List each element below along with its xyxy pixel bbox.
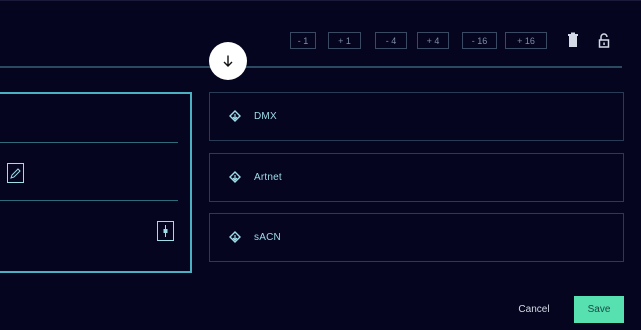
protocol-sacn[interactable]: sACN xyxy=(209,213,624,262)
protocol-label: DMX xyxy=(254,111,277,122)
edit-button[interactable] xyxy=(7,163,24,183)
decrement-4-button[interactable]: - 4 xyxy=(375,32,407,49)
decrement-1-button[interactable]: - 1 xyxy=(290,32,316,49)
fader-icon xyxy=(163,225,168,237)
trash-icon[interactable] xyxy=(566,32,580,49)
protocol-label: Artnet xyxy=(254,172,282,183)
pencil-icon xyxy=(10,167,21,179)
universe-settings-panel xyxy=(0,92,192,273)
window: - 1 + 1 - 4 + 4 - 16 + 16 DMX Artnet sAC… xyxy=(0,0,641,330)
panel-divider xyxy=(0,200,178,201)
protocol-artnet[interactable]: Artnet xyxy=(209,153,624,202)
network-icon xyxy=(228,109,242,124)
increment-1-button[interactable]: + 1 xyxy=(328,32,361,49)
protocol-label: sACN xyxy=(254,232,281,243)
arrow-down-icon xyxy=(223,55,233,67)
scroll-down-button[interactable] xyxy=(209,42,247,80)
network-icon xyxy=(228,170,242,185)
cancel-button[interactable]: Cancel xyxy=(508,300,560,320)
panel-divider xyxy=(0,142,178,143)
header-divider xyxy=(0,66,622,68)
protocol-dmx[interactable]: DMX xyxy=(209,92,624,141)
decrement-16-button[interactable]: - 16 xyxy=(462,32,497,49)
increment-16-button[interactable]: + 16 xyxy=(505,32,547,49)
increment-4-button[interactable]: + 4 xyxy=(417,32,449,49)
network-icon xyxy=(228,230,242,245)
save-button[interactable]: Save xyxy=(574,296,624,323)
unlock-icon[interactable] xyxy=(597,32,611,49)
fader-button[interactable] xyxy=(157,221,174,241)
